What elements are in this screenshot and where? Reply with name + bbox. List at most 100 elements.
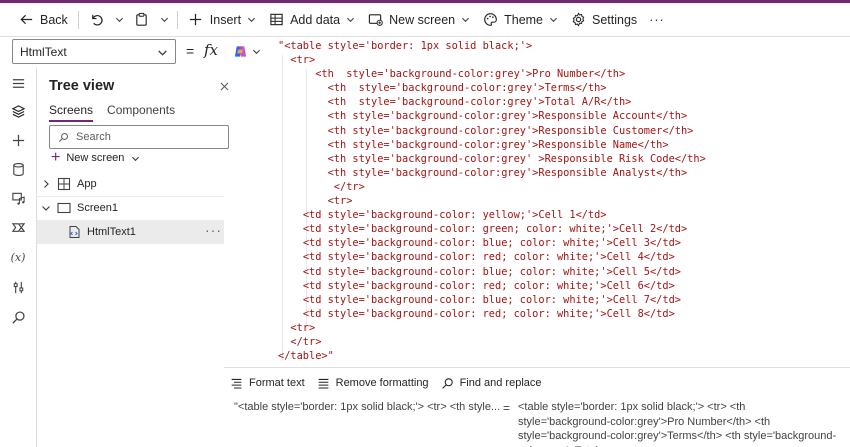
search-rail-button[interactable] bbox=[8, 307, 28, 327]
insert-rail-button[interactable] bbox=[8, 130, 28, 150]
code-text: <th style='background-color:grey'>Terms<… bbox=[327, 82, 607, 95]
code-text: <td style='background-color: blue; color… bbox=[302, 265, 681, 278]
code-line: <th style='background-color:grey'>Respon… bbox=[228, 124, 850, 138]
formula-editor[interactable]: "<table style='border: 1px solid black;'… bbox=[228, 37, 850, 367]
left-rail: (x) bbox=[0, 67, 37, 447]
variables-button[interactable]: (x) bbox=[8, 247, 28, 267]
gear-icon bbox=[570, 12, 586, 28]
undo-button[interactable] bbox=[83, 5, 111, 35]
back-button[interactable]: Back bbox=[12, 5, 74, 35]
property-dropdown[interactable]: HtmlText bbox=[12, 39, 176, 64]
find-replace-button[interactable]: Find and replace bbox=[441, 377, 542, 390]
insert-button[interactable]: Insert bbox=[182, 5, 262, 35]
tab-screens[interactable]: Screens bbox=[49, 103, 94, 122]
database-icon bbox=[12, 162, 24, 176]
code-text: <td style='background-color: blue; color… bbox=[302, 237, 681, 250]
code-text: <td style='background-color: red; color:… bbox=[302, 307, 675, 320]
fx-icon[interactable]: fx bbox=[204, 41, 218, 59]
tree-view-title: Tree view bbox=[49, 78, 115, 94]
undo-menu-button[interactable] bbox=[111, 5, 128, 35]
tree-item-screen1[interactable]: Screen1 bbox=[37, 196, 224, 220]
paste-menu-button[interactable] bbox=[156, 5, 173, 35]
code-line: <th style='background-color:grey'>Respon… bbox=[228, 138, 850, 152]
add-data-button[interactable]: Add data bbox=[262, 5, 361, 35]
power-automate-button[interactable] bbox=[8, 217, 28, 237]
result-equals: = bbox=[503, 401, 511, 415]
paste-button[interactable] bbox=[128, 5, 156, 35]
code-line: <td style='background-color: blue; color… bbox=[228, 236, 850, 250]
undo-icon bbox=[89, 12, 105, 28]
code-line: <th style='background-color:grey'>Pro Nu… bbox=[228, 67, 850, 81]
tree-view-button[interactable] bbox=[8, 101, 28, 121]
data-grid-icon bbox=[268, 12, 284, 28]
toolbar-divider bbox=[77, 10, 79, 29]
code-text: <th style='background-color:grey'>Respon… bbox=[327, 110, 688, 123]
html-text-icon bbox=[67, 225, 81, 239]
format-text-button[interactable]: Format text bbox=[230, 377, 305, 390]
plus-icon: + bbox=[51, 149, 61, 166]
code-text: <tr> bbox=[290, 54, 316, 67]
plus-icon bbox=[12, 134, 24, 146]
settings-button[interactable]: Settings bbox=[564, 5, 643, 35]
tree-item-htmltext1[interactable]: HtmlText1 ··· bbox=[37, 220, 224, 244]
flow-icon bbox=[11, 222, 25, 232]
code-text: <td style='background-color: yellow;'>Ce… bbox=[302, 209, 607, 222]
formula-tools-bar: Format text Remove formatting Find and r… bbox=[224, 367, 850, 398]
plus-icon bbox=[188, 12, 204, 28]
code-line: <th style='background-color:grey'>Respon… bbox=[228, 109, 850, 123]
more-commands-button[interactable]: ··· bbox=[643, 5, 671, 35]
tree-item-label: Screen1 bbox=[77, 202, 118, 214]
code-line: <td style='background-color: red; color:… bbox=[228, 250, 850, 264]
remove-formatting-button[interactable]: Remove formatting bbox=[317, 377, 429, 390]
layers-icon bbox=[11, 104, 25, 118]
tools-icon bbox=[13, 281, 23, 293]
tree-item-app[interactable]: App bbox=[37, 172, 224, 196]
media-icon bbox=[11, 192, 25, 205]
settings-label: Settings bbox=[592, 12, 638, 27]
more-options-button[interactable]: ··· bbox=[205, 222, 222, 238]
screen-icon bbox=[57, 201, 71, 215]
code-line: </tr> bbox=[228, 335, 850, 349]
code-text: <th style='background-color:grey'>Total … bbox=[327, 96, 632, 109]
media-button[interactable] bbox=[8, 188, 28, 208]
code-text: <th style='background-color:grey'>Respon… bbox=[327, 124, 694, 137]
insert-label: Insert bbox=[209, 12, 242, 27]
chevron-down-icon bbox=[347, 17, 355, 23]
screen-add-icon bbox=[367, 12, 383, 28]
chevron-down-icon bbox=[41, 203, 51, 213]
chevron-down-icon bbox=[549, 17, 558, 23]
code-text: <th style='background-color:grey' >Respo… bbox=[327, 152, 706, 165]
code-text: <td style='background-color: blue; color… bbox=[302, 293, 681, 306]
theme-label: Theme bbox=[504, 12, 544, 27]
tab-components[interactable]: Components bbox=[107, 103, 175, 122]
search-input[interactable]: Search bbox=[49, 125, 229, 149]
theme-button[interactable]: Theme bbox=[476, 5, 564, 35]
menu-button[interactable] bbox=[8, 73, 28, 93]
code-line: "<table style='border: 1px solid black;'… bbox=[228, 39, 850, 53]
chevron-right-icon bbox=[41, 179, 51, 189]
code-line: <tr> bbox=[228, 53, 850, 67]
close-pane-button[interactable] bbox=[220, 80, 229, 94]
data-button[interactable] bbox=[8, 159, 28, 179]
chevron-down-icon bbox=[248, 17, 256, 23]
chevron-down-icon bbox=[132, 156, 140, 161]
hamburger-icon bbox=[12, 78, 24, 88]
advanced-tools-button[interactable] bbox=[8, 277, 28, 297]
new-screen-tree-button[interactable]: + New screen bbox=[51, 149, 140, 166]
new-screen-button[interactable]: New screen bbox=[361, 5, 476, 35]
equals-sign: = bbox=[186, 43, 195, 59]
code-line: <tr> bbox=[228, 194, 850, 208]
